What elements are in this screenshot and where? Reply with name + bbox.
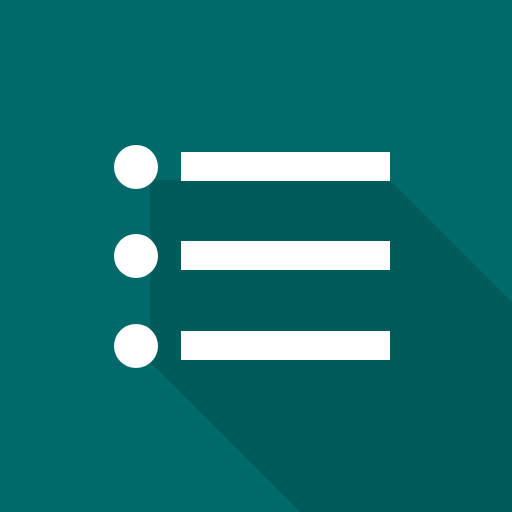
list-line: [181, 241, 390, 270]
list-line: [181, 331, 390, 360]
bullet-icon: [114, 324, 158, 368]
list-app-icon: [0, 0, 512, 512]
list-line: [181, 152, 390, 181]
bullet-icon: [114, 145, 158, 189]
bullet-icon: [114, 234, 158, 278]
